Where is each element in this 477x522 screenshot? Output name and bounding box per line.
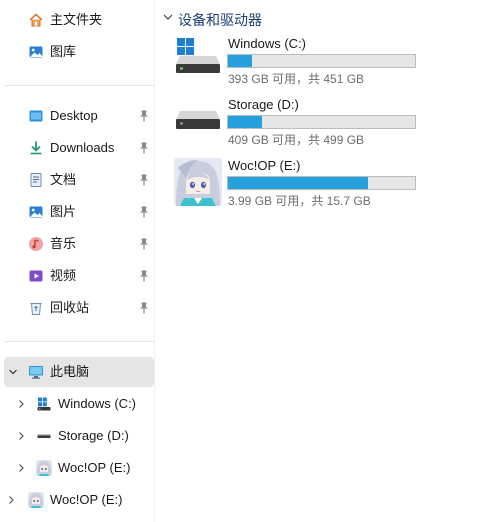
sidebar-item-downloads[interactable]: Downloads (4, 133, 154, 163)
chevron-right-icon[interactable] (16, 463, 26, 473)
drive-free-space: 3.99 GB 可用，共 15.7 GB (228, 194, 371, 208)
drive-usage-fill (228, 55, 253, 67)
sidebar-item-music[interactable]: 音乐 (4, 229, 154, 259)
drive-tile-windows-c[interactable]: Windows (C:) 393 GB 可用，共 451 GB (172, 36, 432, 90)
anime-avatar-drive-icon (28, 492, 44, 508)
drive-usage-fill (228, 177, 368, 189)
chevron-down-icon[interactable] (8, 367, 18, 377)
home-icon (29, 13, 43, 27)
sidebar-item-wocop-e-root[interactable]: Woc!OP (E:) (0, 485, 154, 515)
pin-icon[interactable] (138, 109, 150, 123)
sidebar-item-label: 主文件夹 (50, 12, 103, 27)
drive-free-space: 409 GB 可用，共 499 GB (228, 133, 365, 147)
sidebar-item-label: 文档 (50, 172, 77, 187)
sidebar-item-label: 图库 (50, 44, 77, 59)
sidebar-item-videos[interactable]: 视频 (4, 261, 154, 291)
section-title: 设备和驱动器 (178, 12, 262, 28)
tree-item-wocop-e[interactable]: Woc!OP (E:) (4, 453, 154, 483)
sidebar-item-label: Desktop (50, 108, 98, 123)
hard-drive-icon (176, 111, 220, 129)
tree-item-label: Storage (D:) (58, 428, 129, 443)
drive-usage-bar (227, 115, 416, 129)
downloads-icon (30, 141, 42, 155)
sidebar-divider (4, 85, 154, 86)
pin-icon[interactable] (138, 301, 150, 315)
drive-name: Windows (C:) (228, 36, 307, 51)
drive-name: Storage (D:) (228, 97, 299, 112)
tree-item-label: Woc!OP (E:) (58, 460, 131, 475)
videos-icon (29, 270, 43, 282)
pin-icon[interactable] (138, 237, 150, 251)
sidebar-item-label: 音乐 (50, 236, 77, 251)
pin-icon[interactable] (138, 269, 150, 283)
sidebar-item-label: 此电脑 (50, 364, 90, 379)
sidebar-item-documents[interactable]: 文档 (4, 165, 154, 195)
tree-item-windows-c[interactable]: Windows (C:) (4, 389, 154, 419)
chevron-right-icon[interactable] (6, 495, 16, 505)
recycle-bin-icon (30, 302, 42, 315)
sidebar-item-label: Woc!OP (E:) (50, 492, 123, 507)
pin-icon[interactable] (138, 173, 150, 187)
drive-usage-bar (227, 176, 416, 190)
pin-icon[interactable] (138, 141, 150, 155)
desktop-folder-icon (29, 110, 43, 122)
tree-item-storage-d[interactable]: Storage (D:) (4, 421, 154, 451)
sidebar-item-recycle-bin[interactable]: 回收站 (4, 293, 154, 323)
windows-drive-icon (37, 397, 51, 411)
hard-drive-icon (37, 434, 51, 438)
sidebar-item-home[interactable]: 主文件夹 (4, 5, 154, 35)
this-pc-icon (29, 366, 43, 379)
sidebar-item-label: 图片 (50, 204, 77, 219)
anime-avatar-drive-icon (36, 460, 52, 476)
music-icon (29, 237, 43, 251)
windows-drive-icon (176, 38, 220, 73)
pictures-icon (29, 206, 43, 218)
chevron-down-icon[interactable] (162, 12, 174, 22)
sidebar-item-gallery[interactable]: 图库 (4, 37, 154, 67)
sidebar-item-label: 回收站 (50, 300, 90, 315)
sidebar-item-this-pc[interactable]: 此电脑 (4, 357, 154, 387)
drive-name: Woc!OP (E:) (228, 158, 301, 173)
sidebar-divider (4, 341, 154, 342)
navigation-pane: 主文件夹 图库 Desktop Downloads 文档 图片 音乐 视频 回收… (0, 0, 155, 522)
sidebar-item-desktop[interactable]: Desktop (4, 101, 154, 131)
sidebar-item-pictures[interactable]: 图片 (4, 197, 154, 227)
drive-tile-wocop-e[interactable]: Woc!OP (E:) 3.99 GB 可用，共 15.7 GB (172, 158, 432, 212)
anime-avatar-drive-icon (174, 158, 222, 206)
chevron-right-icon[interactable] (16, 399, 26, 409)
gallery-icon (29, 46, 43, 58)
drive-tile-storage-d[interactable]: Storage (D:) 409 GB 可用，共 499 GB (172, 97, 432, 151)
pin-icon[interactable] (138, 205, 150, 219)
drive-usage-fill (228, 116, 262, 128)
documents-icon (30, 173, 42, 187)
tree-item-label: Windows (C:) (58, 396, 137, 411)
sidebar-item-label: Downloads (50, 140, 115, 155)
sidebar-item-label: 视频 (50, 268, 77, 283)
drive-usage-bar (227, 54, 416, 68)
chevron-right-icon[interactable] (16, 431, 26, 441)
drive-free-space: 393 GB 可用，共 451 GB (228, 72, 365, 86)
